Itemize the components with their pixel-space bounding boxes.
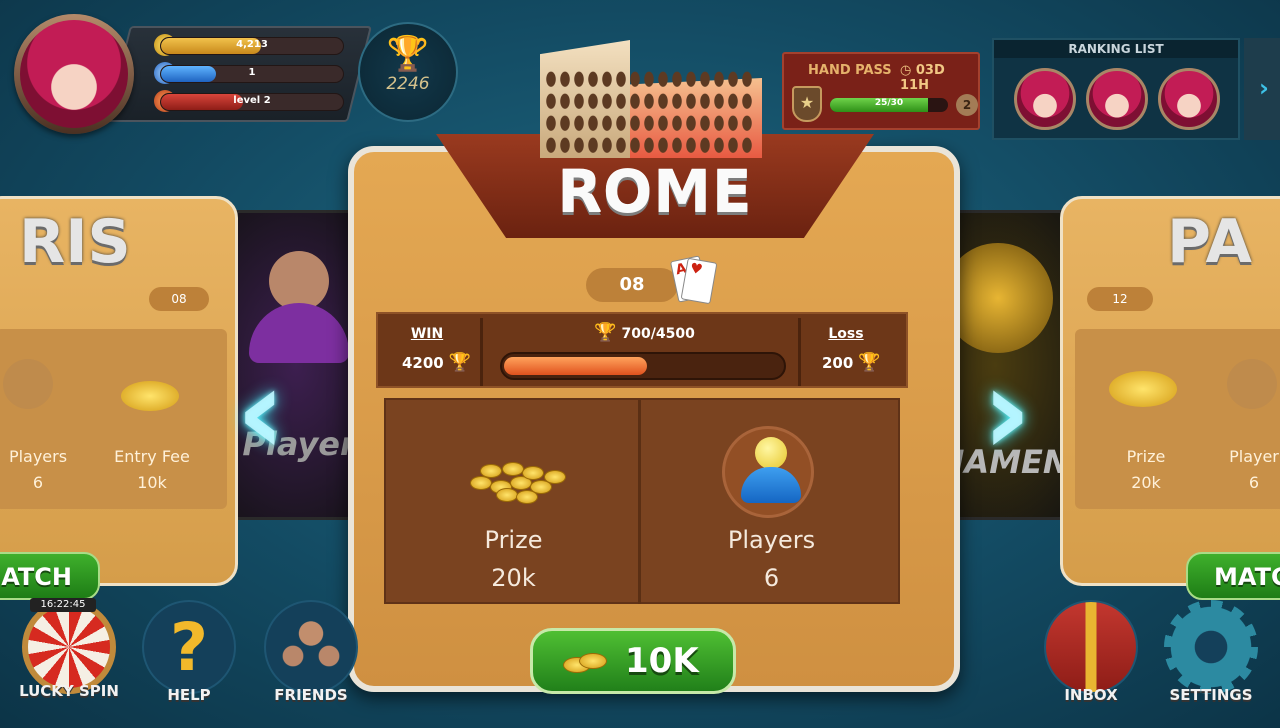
colosseum-icon xyxy=(540,40,762,158)
level-value: level 2 xyxy=(233,95,271,106)
right-players-label: Player xyxy=(1229,447,1279,466)
hand-pass-title: HAND PASS xyxy=(808,63,892,78)
settings-button[interactable]: SETTINGS xyxy=(1156,600,1266,710)
lucky-spin-button[interactable]: LUCKY SPIN xyxy=(14,600,124,710)
player-avatar[interactable] xyxy=(14,14,134,134)
right-prize-value: 20k xyxy=(1131,473,1161,492)
inbox-label: INBOX xyxy=(1064,686,1118,704)
gold-coins-icon xyxy=(460,432,570,512)
ranking-avatar[interactable] xyxy=(1086,68,1148,130)
trophy-icon: 🏆 xyxy=(386,34,430,74)
trophy-icon: 🏆 xyxy=(594,322,617,343)
progress-text: 700/4500 xyxy=(621,326,695,342)
chevron-right-icon[interactable]: › xyxy=(1244,38,1280,140)
players-column: Players 6 xyxy=(644,400,899,604)
hand-pass-level: 2 xyxy=(956,94,978,116)
prize-value: 20k xyxy=(491,564,536,592)
trophy-counter[interactable]: 🏆 2246 xyxy=(358,22,458,122)
right-match-button[interactable]: MATC xyxy=(1186,552,1280,600)
clock-icon: ◷ xyxy=(900,63,912,78)
entry-fee-label: 10K xyxy=(625,641,699,681)
wheel-icon xyxy=(22,600,116,694)
ranking-list[interactable]: RANKING LIST xyxy=(992,38,1240,140)
question-mark-icon: ? xyxy=(142,600,236,694)
win-label: WIN xyxy=(410,326,444,342)
lucky-spin-label: LUCKY SPIN xyxy=(19,682,119,700)
left-level-pill: 08 xyxy=(149,287,209,311)
playing-cards-icon: A ♥ xyxy=(669,254,718,305)
hand-pass-progress: 25/30 xyxy=(830,98,948,112)
players-label: Players xyxy=(727,526,816,554)
help-label: HELP xyxy=(167,686,211,704)
left-tournament-card[interactable]: RIS 08 Players 6 Entry Fee 10k xyxy=(0,196,238,586)
coins-value: 4,213 xyxy=(236,39,268,50)
players-value: 6 xyxy=(763,564,780,592)
loss-value: 200 xyxy=(822,354,854,372)
spin-timer: 16:22:45 xyxy=(30,598,96,612)
friends-button[interactable]: FRIENDS xyxy=(256,600,366,710)
player-icon xyxy=(722,426,814,518)
help-button[interactable]: ? HELP xyxy=(134,600,244,710)
players-icon xyxy=(3,359,53,409)
coins-icon xyxy=(121,381,179,411)
friends-icon xyxy=(264,600,358,694)
friends-label: FRIENDS xyxy=(274,686,348,704)
right-tournament-card[interactable]: PA 12 Prize 20k Player 6 xyxy=(1060,196,1280,586)
level-bar: level 2 xyxy=(160,93,344,111)
chevron-right-icon[interactable]: › xyxy=(982,353,1052,478)
trophy-progress-bar xyxy=(500,352,786,380)
right-level-pill: 12 xyxy=(1087,287,1153,311)
win-loss-bar: WIN 4200 🏆 🏆 700/4500 Loss 200 🏆 xyxy=(376,312,908,388)
inbox-button[interactable]: INBOX xyxy=(1036,600,1146,710)
left-entry-value: 10k xyxy=(137,473,167,492)
right-city-name: PA xyxy=(1167,207,1252,277)
prize-column: Prize 20k xyxy=(386,400,641,604)
entry-fee-button[interactable]: 10K xyxy=(530,628,736,694)
chevron-left-icon[interactable]: ‹ xyxy=(236,353,306,478)
left-match-button[interactable]: ATCH xyxy=(0,552,100,600)
right-prize-label: Prize xyxy=(1126,447,1166,466)
divider xyxy=(480,318,483,386)
prize-label: Prize xyxy=(484,526,543,554)
settings-label: SETTINGS xyxy=(1169,686,1253,704)
loss-value-group: 200 🏆 xyxy=(822,352,881,373)
win-value-group: 4200 🏆 xyxy=(402,352,471,373)
trophy-count: 2246 xyxy=(386,74,430,94)
coins-icon xyxy=(563,651,611,675)
gear-icon xyxy=(1164,600,1258,694)
ranking-title: RANKING LIST xyxy=(994,40,1238,58)
coins-bar: 4,213 xyxy=(160,37,344,55)
ranking-avatar[interactable] xyxy=(1014,68,1076,130)
right-players-value: 6 xyxy=(1248,473,1260,492)
coins-icon xyxy=(1109,371,1177,407)
player-profile: 4,213 1 level 2 xyxy=(14,14,372,134)
level-pill: 08 xyxy=(586,268,678,302)
gems-value: 1 xyxy=(248,67,256,78)
opponent-figure-icon xyxy=(269,251,329,311)
left-players-value: 6 xyxy=(32,473,44,492)
avatar-image xyxy=(20,20,128,128)
left-players-label: Players xyxy=(8,447,68,466)
hand-pass-panel[interactable]: HAND PASS ◷ 03D 11H ★ 25/30 2 xyxy=(782,52,980,130)
win-value: 4200 xyxy=(402,354,444,372)
hand-pass-timer: ◷ 03D 11H xyxy=(900,63,978,93)
trophy-icon: 🏆 xyxy=(448,352,472,373)
city-title: ROME xyxy=(557,158,753,226)
hand-pass-progress-text: 25/30 xyxy=(874,98,904,108)
card-heart-icon: ♥ xyxy=(680,257,718,305)
progress-label-group: 🏆 700/4500 xyxy=(594,322,695,343)
left-city-name: RIS xyxy=(19,207,131,277)
gems-bar: 1 xyxy=(160,65,344,83)
divider xyxy=(798,318,801,386)
prize-players-panel: Prize 20k Players 6 xyxy=(384,398,900,604)
left-entry-label: Entry Fee xyxy=(114,447,190,466)
shield-icon: ★ xyxy=(792,86,822,122)
ranking-avatar[interactable] xyxy=(1158,68,1220,130)
gift-icon xyxy=(1044,600,1138,694)
players-icon xyxy=(1227,359,1277,409)
loss-label: Loss xyxy=(828,326,864,342)
trophy-icon: 🏆 xyxy=(858,352,881,373)
trophy-progress-fill xyxy=(504,357,647,375)
